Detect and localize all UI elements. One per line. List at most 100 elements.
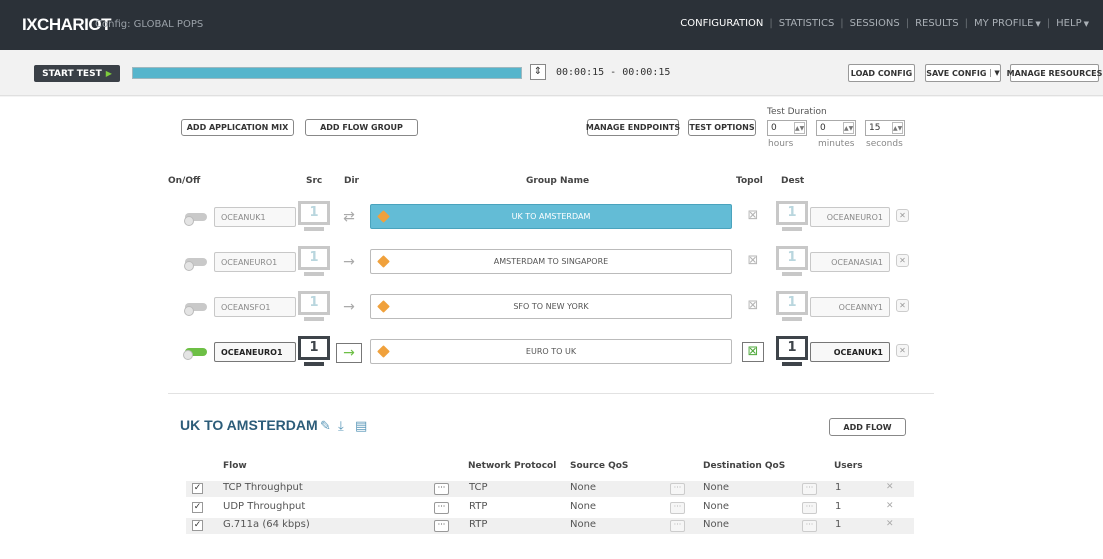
group-toggle[interactable] [184, 303, 207, 316]
save-config-button[interactable]: SAVE CONFIG ▼ [925, 64, 1001, 82]
ellipsis-icon[interactable]: ··· [802, 483, 817, 495]
spinner-icon[interactable]: ▲▼ [843, 122, 854, 134]
source-count: 1 [298, 246, 330, 270]
close-icon[interactable]: ✕ [896, 254, 909, 267]
duration-icon[interactable]: ⇕ [530, 64, 546, 80]
ellipsis-icon[interactable]: ··· [670, 502, 685, 514]
ellipsis-icon[interactable]: ··· [670, 520, 685, 532]
nav-statistics[interactable]: STATISTICS [773, 18, 841, 29]
spinner-icon[interactable]: ▲▼ [892, 122, 903, 134]
seconds-label: seconds [866, 139, 903, 149]
nav-sessions[interactable]: SESSIONS [844, 18, 906, 29]
download-icon[interactable]: ⤓ [338, 419, 344, 434]
source-monitor-icon: 1 [298, 201, 330, 233]
flow-row[interactable]: ✓ G.711a (64 kbps) ··· RTP None ··· None… [186, 518, 914, 534]
source-endpoint[interactable]: OCEANUK1 [214, 207, 296, 227]
arrow-right-icon[interactable]: → [336, 253, 362, 273]
load-config-button[interactable]: LOAD CONFIG [848, 64, 915, 82]
flow-group-row[interactable]: OCEANEURO1 1 → AMSTERDAM TO SINGAPORE ⊠ … [0, 243, 1103, 283]
flow-users: 1 [835, 501, 842, 512]
manage-endpoints-button[interactable]: MANAGE ENDPOINTS [586, 119, 680, 136]
topology-icon[interactable]: ⊠ [742, 207, 764, 227]
dest-endpoint[interactable]: OCEANEURO1 [810, 207, 890, 227]
bidirectional-arrow-icon[interactable]: ⇄ [336, 208, 362, 228]
close-icon[interactable]: ✕ [886, 482, 894, 492]
save-icon[interactable]: ▤ [355, 419, 367, 434]
nav-configuration[interactable]: CONFIGURATION [674, 18, 769, 29]
test-options-button[interactable]: TEST OPTIONS [688, 119, 756, 136]
group-name-field[interactable]: SFO TO NEW YORK [370, 294, 732, 319]
source-endpoint[interactable]: OCEANEURO1 [214, 252, 296, 272]
topology-icon[interactable]: ⊠ [742, 297, 764, 317]
hours-input[interactable]: 0 ▲▼ [767, 120, 807, 136]
nav-results[interactable]: RESULTS [909, 18, 965, 29]
flow-group-row[interactable]: OCEANEURO1 1 → EURO TO UK ⊠ 1 OCEANUK1 ✕ [0, 333, 1103, 373]
dest-endpoint[interactable]: OCEANUK1 [810, 342, 890, 362]
close-icon[interactable]: ✕ [886, 501, 894, 511]
nav-my-profile[interactable]: MY PROFILE ▼ [968, 18, 1047, 29]
group-toggle[interactable] [183, 348, 207, 360]
close-icon[interactable]: ✕ [896, 299, 909, 312]
header-destination-qos: Destination QoS [703, 461, 786, 471]
close-icon[interactable]: ✕ [896, 209, 909, 222]
dest-monitor-icon: 1 [776, 336, 808, 368]
source-endpoint[interactable]: OCEANSFO1 [214, 297, 296, 317]
topology-icon[interactable]: ⊠ [742, 342, 764, 362]
add-flow-button[interactable]: ADD FLOW [829, 418, 906, 436]
flow-group-row[interactable]: OCEANSFO1 1 → SFO TO NEW YORK ⊠ 1 OCEANN… [0, 288, 1103, 328]
source-endpoint[interactable]: OCEANEURO1 [214, 342, 296, 362]
start-test-button[interactable]: START TEST ▶ [34, 65, 120, 82]
arrow-right-icon[interactable]: → [336, 298, 362, 318]
nav-help-label: HELP [1056, 18, 1082, 29]
dest-endpoint[interactable]: OCEANNY1 [810, 297, 890, 317]
spinner-icon[interactable]: ▲▼ [794, 122, 805, 134]
flow-source-qos: None [570, 482, 597, 493]
minutes-input[interactable]: 0 ▲▼ [816, 120, 856, 136]
hours-value: 0 [771, 123, 777, 133]
save-config-label: SAVE CONFIG [926, 68, 987, 78]
edit-icon[interactable]: ✎ [320, 419, 331, 434]
arrow-right-icon[interactable]: → [336, 343, 362, 363]
close-icon[interactable]: ✕ [896, 344, 909, 357]
chevron-down-icon[interactable]: ▼ [990, 69, 1000, 77]
flow-protocol: TCP [469, 482, 488, 493]
manage-resources-button[interactable]: MANAGE RESOURCES [1007, 64, 1102, 82]
add-application-mix-button[interactable]: ADD APPLICATION MIX [181, 119, 294, 136]
group-toggle[interactable] [184, 213, 207, 226]
ellipsis-icon[interactable]: ··· [802, 520, 817, 532]
flow-row[interactable]: ✓ UDP Throughput ··· RTP None ··· None ·… [186, 500, 914, 516]
flow-destination-qos: None [703, 519, 730, 530]
group-name-field[interactable]: UK TO AMSTERDAM [370, 204, 732, 229]
ellipsis-icon[interactable]: ··· [434, 502, 449, 514]
dest-endpoint[interactable]: OCEANASIA1 [810, 252, 890, 272]
ellipsis-icon[interactable]: ··· [434, 520, 449, 532]
flow-checkbox[interactable]: ✓ [192, 520, 203, 531]
flow-row[interactable]: ✓ TCP Throughput ··· TCP None ··· None ·… [186, 481, 914, 497]
flow-name: G.711a (64 kbps) [223, 519, 310, 530]
main-panel: ADD APPLICATION MIX ADD FLOW GROUP MANAG… [0, 97, 1103, 559]
nav-help[interactable]: HELP ▼ [1050, 18, 1095, 29]
flow-name: TCP Throughput [223, 482, 303, 493]
seconds-value: 15 [869, 123, 881, 133]
ellipsis-icon[interactable]: ··· [434, 483, 449, 495]
source-count: 1 [298, 291, 330, 315]
group-name-field[interactable]: AMSTERDAM TO SINGAPORE [370, 249, 732, 274]
flow-name: UDP Throughput [223, 501, 306, 512]
ellipsis-icon[interactable]: ··· [802, 502, 817, 514]
source-monitor-icon: 1 [298, 336, 330, 368]
flow-group-row[interactable]: OCEANUK1 1 ⇄ UK TO AMSTERDAM ⊠ 1 OCEANEU… [0, 198, 1103, 238]
close-icon[interactable]: ✕ [886, 519, 894, 529]
group-name-field[interactable]: EURO TO UK [370, 339, 732, 364]
flow-checkbox[interactable]: ✓ [192, 502, 203, 513]
group-toggle[interactable] [184, 258, 207, 271]
ellipsis-icon[interactable]: ··· [670, 483, 685, 495]
topology-icon[interactable]: ⊠ [742, 252, 764, 272]
seconds-input[interactable]: 15 ▲▼ [865, 120, 905, 136]
minutes-value: 0 [820, 123, 826, 133]
flow-checkbox[interactable]: ✓ [192, 483, 203, 494]
test-duration-title: Test Duration [767, 107, 827, 117]
dest-count: 1 [776, 201, 808, 225]
add-flow-group-button[interactable]: ADD FLOW GROUP [305, 119, 418, 136]
time-range: 00:00:15 - 00:00:15 [556, 67, 671, 78]
source-count: 1 [298, 336, 330, 360]
